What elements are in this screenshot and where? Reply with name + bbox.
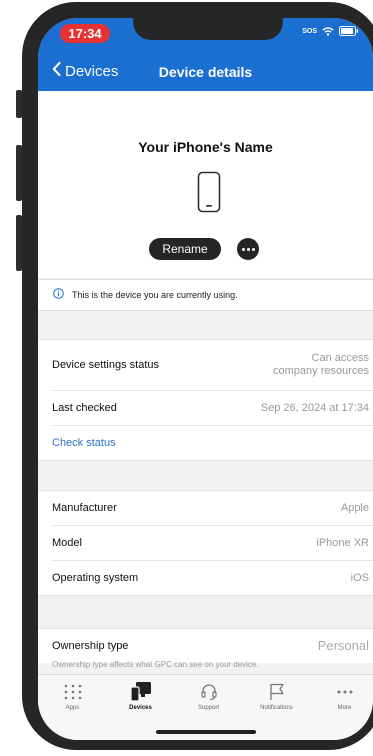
flag-icon — [249, 681, 304, 703]
model-value: iPhone XR — [316, 537, 369, 549]
home-indicator — [156, 730, 256, 734]
tab-devices-label: Devices — [129, 705, 152, 711]
tab-support[interactable]: Support — [181, 681, 236, 711]
ellipsis-icon — [317, 681, 372, 703]
ownership-note: Ownership type affects what GPC can see … — [52, 660, 259, 669]
tab-apps[interactable]: Apps — [45, 681, 100, 711]
tab-devices[interactable]: Devices — [113, 681, 168, 711]
status-value-line-2: company resources — [273, 365, 369, 377]
wifi-icon — [322, 26, 334, 36]
device-header: Your iPhone's Name Rename — [38, 91, 373, 278]
model-label: Model — [52, 537, 82, 549]
phone-icon — [197, 171, 221, 218]
check-status-row[interactable]: Check status — [52, 426, 373, 460]
manufacturer-row: Manufacturer Apple — [52, 491, 373, 526]
ownership-type-label: Ownership type — [52, 640, 129, 652]
last-checked-row: Last checked Sep 26, 2024 at 17:34 — [52, 391, 373, 426]
device-settings-status-value: Can access company resources — [273, 352, 369, 378]
more-dot-icon — [251, 247, 255, 251]
screen: 17:34 SOS Devices Device details Your iP… — [38, 18, 373, 740]
status-group: Device settings status Can access compan… — [38, 339, 373, 461]
manufacturer-value: Apple — [340, 502, 369, 514]
status-icons: SOS — [302, 26, 359, 36]
current-device-banner: This is the device you are currently usi… — [38, 279, 373, 311]
manufacturer-label: Manufacturer — [52, 502, 117, 514]
tab-more[interactable]: More — [317, 681, 372, 711]
operating-system-value: iOS — [350, 572, 369, 584]
device-settings-status-row: Device settings status Can access compan… — [52, 340, 373, 391]
check-status-link[interactable]: Check status — [52, 426, 116, 460]
tab-notifications-label: Notifications — [260, 705, 293, 711]
hardware-group: Manufacturer Apple Model iPhone XR Opera… — [38, 490, 373, 596]
carrier-label: SOS — [302, 27, 317, 35]
more-dot-icon — [246, 247, 250, 251]
ownership-type-row: Ownership type Personal — [52, 629, 373, 663]
device-settings-status-label: Device settings status — [52, 359, 159, 371]
notch — [133, 18, 283, 40]
device-name: Your iPhone's Name — [138, 139, 273, 155]
more-dot-icon — [241, 247, 245, 251]
last-checked-label: Last checked — [52, 402, 117, 414]
operating-system-row: Operating system iOS — [52, 561, 373, 595]
info-message: This is the device you are currently usi… — [72, 290, 238, 300]
headset-icon — [181, 681, 236, 703]
tab-more-label: More — [337, 705, 352, 711]
grid-icon — [45, 681, 100, 703]
status-value-line-1: Can access — [311, 352, 369, 364]
ownership-group: Ownership type Personal — [38, 628, 373, 663]
ownership-type-value: Personal — [317, 638, 369, 653]
model-row: Model iPhone XR — [52, 526, 373, 561]
last-checked-value: Sep 26, 2024 at 17:34 — [260, 402, 369, 414]
page-title: Device details — [158, 64, 253, 80]
battery-icon — [339, 26, 359, 36]
tab-notifications[interactable]: Notifications — [249, 681, 304, 711]
top-bar: 17:34 SOS Devices Device details — [38, 18, 373, 91]
tab-support-label: Support — [197, 705, 219, 711]
info-icon — [53, 286, 64, 304]
more-options-button[interactable] — [237, 238, 259, 260]
devices-icon — [113, 681, 168, 703]
tab-apps-label: Apps — [65, 705, 80, 711]
rename-button[interactable]: Rename — [149, 238, 221, 260]
status-time: 17:34 — [60, 24, 110, 43]
operating-system-label: Operating system — [52, 572, 139, 584]
